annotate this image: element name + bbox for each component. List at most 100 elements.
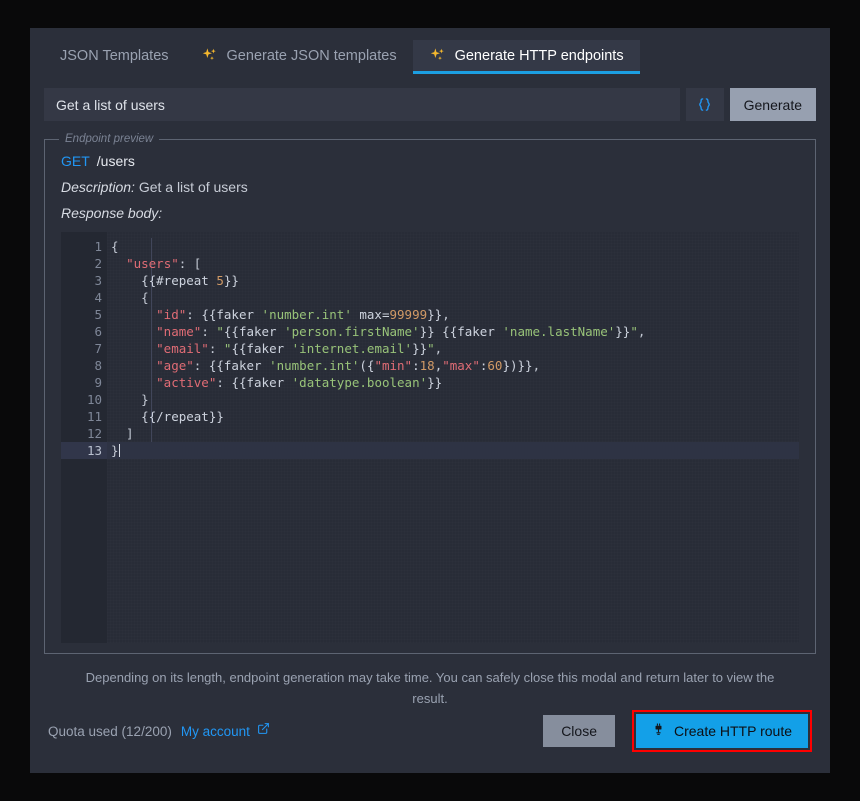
code-token: }} xyxy=(224,273,239,288)
code-token: "users" xyxy=(126,256,179,271)
code-token: { xyxy=(111,239,119,254)
code-token: {{faker xyxy=(224,324,284,339)
line-number: 8 xyxy=(61,357,107,374)
code-token: : [ xyxy=(179,256,202,271)
code-token: , xyxy=(533,358,541,373)
screen: JSON Templates Generate JSON templates xyxy=(0,0,860,801)
code-line: {{#repeat 5}} xyxy=(107,272,799,289)
sparkle-icon xyxy=(429,47,446,64)
code-token xyxy=(111,375,156,390)
code-token: {{#repeat xyxy=(111,273,216,288)
code-token: })}} xyxy=(502,358,532,373)
line-number: 1▾ xyxy=(61,238,107,255)
text-caret xyxy=(119,444,120,457)
code-line: } xyxy=(107,391,799,408)
code-line: "id": {{faker 'number.int' max=99999}}, xyxy=(107,306,799,323)
code-token: : xyxy=(201,324,216,339)
code-token: max= xyxy=(352,307,390,322)
create-http-route-button[interactable]: Create HTTP route xyxy=(636,714,808,748)
line-number: 9 xyxy=(61,374,107,391)
prompt-input[interactable] xyxy=(44,88,680,121)
sparkle-icon xyxy=(201,47,218,64)
code-token: 'person.firstName' xyxy=(284,324,419,339)
create-http-route-highlight: Create HTTP route xyxy=(632,710,812,752)
endpoint-path: /users xyxy=(97,153,135,169)
create-http-route-label: Create HTTP route xyxy=(674,723,792,739)
line-number: 3 xyxy=(61,272,107,289)
code-line: } xyxy=(107,442,799,459)
modal-tabbar: JSON Templates Generate JSON templates xyxy=(30,28,830,74)
line-number: 12 xyxy=(61,425,107,442)
code-token: 'internet.email' xyxy=(292,341,412,356)
generate-button[interactable]: Generate xyxy=(730,88,816,121)
code-line: "name": "{{faker 'person.firstName'}} {{… xyxy=(107,323,799,340)
code-token: 'datatype.boolean' xyxy=(292,375,427,390)
curly-braces-button[interactable] xyxy=(686,88,724,121)
code-token: , xyxy=(442,307,450,322)
code-line: "age": {{faker 'number.int'({"min":18,"m… xyxy=(107,357,799,374)
line-number: 5 xyxy=(61,306,107,323)
code-token: : xyxy=(216,375,231,390)
code-token: 5 xyxy=(216,273,224,288)
code-token: {{faker xyxy=(201,307,261,322)
tab-generate-http-endpoints[interactable]: Generate HTTP endpoints xyxy=(413,40,640,74)
tab-json-templates[interactable]: JSON Templates xyxy=(44,40,185,74)
endpoint-method-path: GET/users xyxy=(55,145,805,175)
code-token xyxy=(111,341,156,356)
code-line: "email": "{{faker 'internet.email'}}", xyxy=(107,340,799,357)
code-token: }} xyxy=(615,324,630,339)
code-token: { xyxy=(111,290,149,305)
code-line: { xyxy=(107,238,799,255)
code-token: }} xyxy=(427,375,442,390)
response-body-label-row: Response body: xyxy=(55,201,805,227)
code-token: {{/repeat}} xyxy=(111,409,224,424)
code-token: : xyxy=(412,358,420,373)
response-body-label: Response body: xyxy=(61,205,162,221)
endpoint-preview-legend: Endpoint preview xyxy=(59,133,159,145)
code-line: "users": [ xyxy=(107,255,799,272)
code-token: "id" xyxy=(156,307,186,322)
code-token: }} xyxy=(412,341,427,356)
editor-code-area[interactable]: { "users": [ {{#repeat 5}} { "id": {{fak… xyxy=(107,232,799,643)
description-label: Description: xyxy=(61,179,135,195)
code-token: , xyxy=(638,324,646,339)
code-token: : xyxy=(209,341,224,356)
tab-label: Generate HTTP endpoints xyxy=(455,48,624,64)
tab-generate-json-templates[interactable]: Generate JSON templates xyxy=(185,40,413,74)
code-token: {{faker xyxy=(209,358,269,373)
code-token: {{faker xyxy=(231,375,291,390)
response-body-code-editor[interactable]: 1▾2▾34▾5678910111213 { "users": [ {{#rep… xyxy=(61,232,799,643)
code-token: , xyxy=(435,341,443,356)
my-account-link[interactable]: My account xyxy=(181,724,250,739)
description-value: Get a list of users xyxy=(139,179,248,195)
external-link-icon[interactable] xyxy=(257,722,270,740)
code-line: "active": {{faker 'datatype.boolean'}} xyxy=(107,374,799,391)
code-token xyxy=(111,256,126,271)
code-token: 'name.lastName' xyxy=(502,324,615,339)
endpoint-preview-panel: Endpoint preview GET/users Description: … xyxy=(44,133,816,654)
code-token: " xyxy=(216,324,224,339)
code-token: } xyxy=(111,392,149,407)
code-line: {{/repeat}} xyxy=(107,408,799,425)
modal-footer: Quota used (12/200) My account Close xyxy=(30,709,830,773)
code-token: 'number.int' xyxy=(262,307,352,322)
tab-label: JSON Templates xyxy=(60,48,169,64)
line-number: 2▾ xyxy=(61,255,107,272)
code-token: : xyxy=(194,358,209,373)
code-token: ] xyxy=(111,426,134,441)
code-token: "min" xyxy=(374,358,412,373)
endpoint-description: Description: Get a list of users xyxy=(55,175,805,201)
code-token: "max" xyxy=(442,358,480,373)
code-token: : xyxy=(186,307,201,322)
close-button[interactable]: Close xyxy=(543,715,615,747)
code-token xyxy=(111,307,156,322)
line-number: 10 xyxy=(61,391,107,408)
line-number: 11 xyxy=(61,408,107,425)
code-token: } xyxy=(111,443,119,458)
code-token: " xyxy=(427,341,435,356)
editor-lines: { "users": [ {{#repeat 5}} { "id": {{fak… xyxy=(107,238,799,459)
prompt-row: Generate xyxy=(44,88,816,121)
generate-endpoints-modal: JSON Templates Generate JSON templates xyxy=(30,28,830,773)
code-token xyxy=(111,324,156,339)
code-token: ({ xyxy=(359,358,374,373)
